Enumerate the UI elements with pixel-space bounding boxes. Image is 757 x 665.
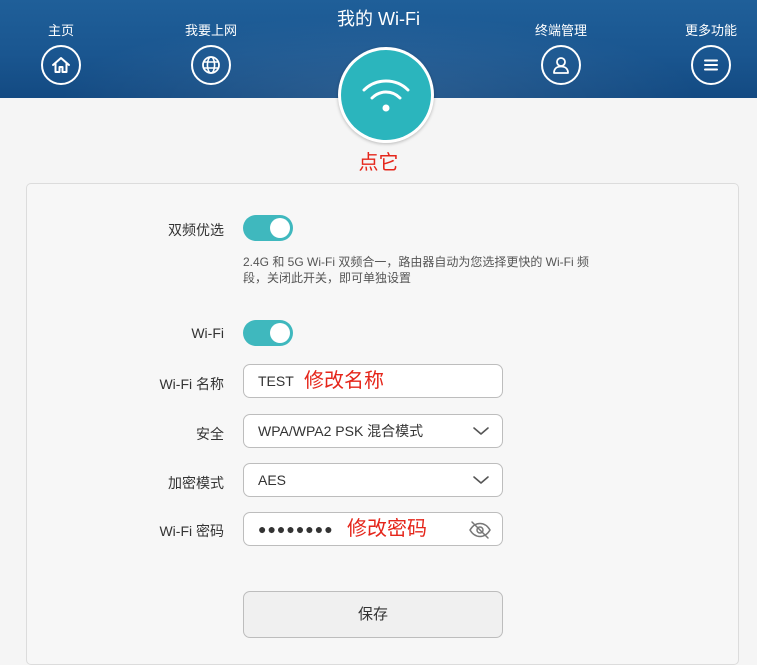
save-button[interactable]: 保存 [243,591,503,638]
wifi-name-value: TEST [258,373,294,389]
wifi-name-label: Wi-Fi 名称 [159,376,224,392]
wifi-label: Wi-Fi [191,325,224,341]
nav-internet[interactable]: 我要上网 [166,22,256,85]
security-label: 安全 [196,426,224,442]
globe-icon[interactable] [191,45,231,85]
home-icon[interactable] [41,45,81,85]
encryption-label: 加密模式 [168,475,224,491]
encryption-value: AES [258,472,287,488]
my-wifi-button[interactable] [338,47,434,143]
dual-band-toggle[interactable] [243,215,293,241]
nav-more[interactable]: 更多功能 [666,22,756,85]
menu-icon[interactable] [691,45,731,85]
wifi-icon [341,50,431,140]
wifi-toggle[interactable] [243,320,293,346]
page-title: 我的 Wi-Fi [337,9,420,29]
wifi-name-input[interactable]: TEST 修改名称 [243,364,503,398]
user-icon[interactable] [541,45,581,85]
wifi-password-value: ●●●●●●●● [258,521,334,537]
nav-home[interactable]: 主页 [16,22,106,85]
toggle-knob [270,323,290,343]
chevron-down-icon [473,476,489,484]
nav-devices[interactable]: 终端管理 [516,22,606,85]
chevron-down-icon [473,427,489,435]
toggle-knob [270,218,290,238]
dual-band-label: 双频优选 [168,222,224,238]
annotation-change-password: 修改密码 [347,518,427,540]
annotation-change-name: 修改名称 [304,370,384,392]
wifi-password-label: Wi-Fi 密码 [159,523,224,539]
security-value: WPA/WPA2 PSK 混合模式 [258,423,424,439]
wifi-password-input[interactable]: ●●●●●●●● 修改密码 [243,512,503,546]
encryption-select[interactable]: AES [243,463,503,497]
security-select[interactable]: WPA/WPA2 PSK 混合模式 [243,414,503,448]
annotation-tap-it: 点它 [358,152,399,174]
eye-off-icon[interactable] [468,520,492,540]
dual-band-hint: 2.4G 和 5G Wi-Fi 双频合一，路由器自动为您选择更快的 Wi-Fi … [243,255,589,285]
